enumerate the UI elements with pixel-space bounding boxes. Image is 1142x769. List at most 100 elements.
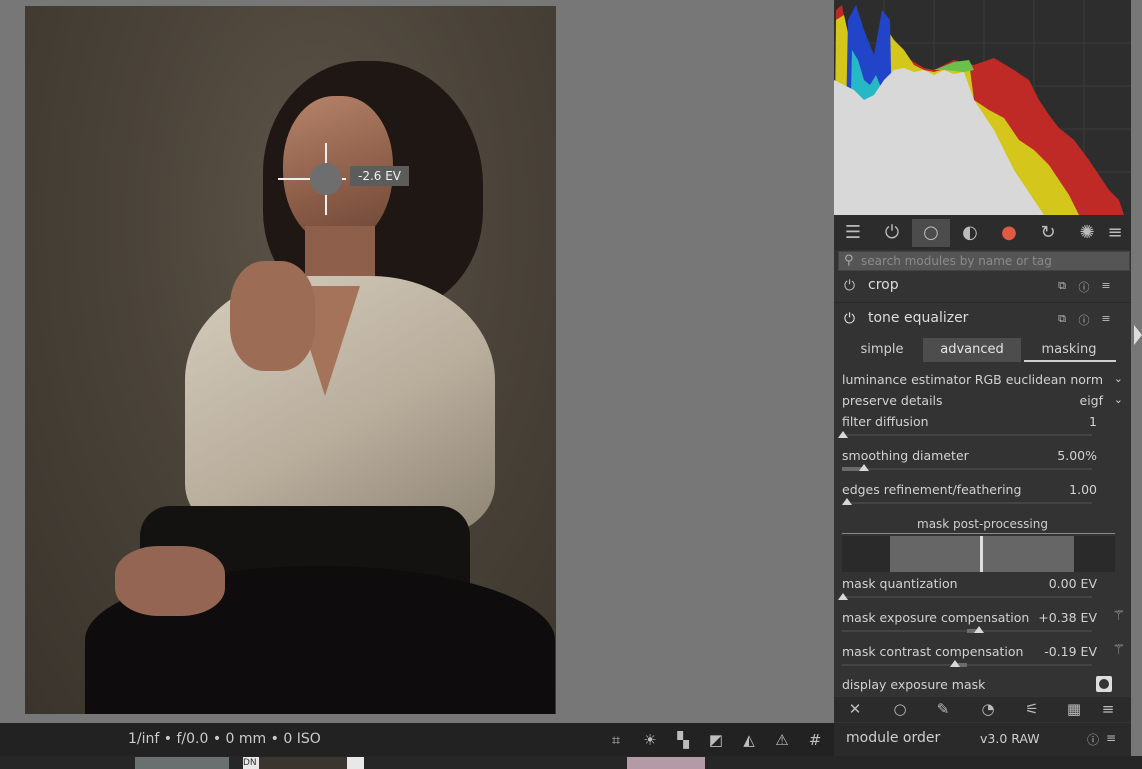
module-crop-header[interactable]: ⏻ crop ⧉ ⓘ ≡: [834, 272, 1131, 302]
multi-instance-icon[interactable]: ⧉: [1055, 312, 1069, 326]
module-tone-equalizer-name: tone equalizer: [868, 310, 969, 326]
close-icon[interactable]: ✕: [844, 700, 866, 718]
tab-simple[interactable]: simple: [842, 338, 922, 362]
slider-handle[interactable]: [859, 464, 869, 471]
chevron-down-icon: ⌄: [1113, 372, 1123, 385]
param-label: smoothing diameter: [842, 448, 969, 463]
slider-track: [842, 664, 1092, 666]
module-groups-bar: ☰ ⏻ ○ ◐ ● ↻ ✺ ≡: [834, 215, 1131, 250]
module-crop-name: crop: [868, 277, 899, 293]
quick-access-icon[interactable]: ☰: [834, 219, 872, 247]
color-group-icon[interactable]: ●: [990, 219, 1028, 247]
filmstrip-thumb[interactable]: [627, 757, 705, 769]
color-assessment-icon[interactable]: ☀: [640, 730, 660, 750]
checker-icon[interactable]: ▦: [1063, 700, 1085, 718]
ev-readout: -2.6 EV: [350, 166, 410, 186]
param-label: mask quantization: [842, 576, 958, 591]
tab-masking[interactable]: masking: [1022, 338, 1116, 362]
param-value: 5.00%: [1057, 448, 1097, 463]
filter-diffusion-slider[interactable]: filter diffusion 1: [838, 414, 1127, 444]
param-label: luminance estimator: [842, 372, 972, 387]
tone-group-icon[interactable]: ◐: [951, 219, 989, 247]
softproof-icon[interactable]: ◭: [739, 730, 759, 750]
param-value: RGB euclidean norm: [974, 372, 1103, 387]
gamut-check-icon[interactable]: ⚠: [772, 730, 792, 750]
path-icon[interactable]: ◔: [977, 700, 999, 718]
module-search-field[interactable]: ⚲ search modules by name or tag: [838, 251, 1130, 271]
presets-icon[interactable]: ≡: [1106, 731, 1116, 745]
tone-cursor-circle[interactable]: [310, 163, 342, 195]
presets-menu-icon[interactable]: ≡: [1100, 219, 1130, 247]
presets-icon[interactable]: ≡: [1099, 279, 1113, 292]
param-value: -0.19 EV: [1044, 644, 1097, 659]
mask-post-processing-label: mask post-processing: [917, 517, 1048, 531]
param-label: mask exposure compensation: [842, 610, 1030, 625]
guides-icon[interactable]: #: [805, 730, 825, 750]
reset-icon[interactable]: ⓘ: [1077, 279, 1091, 295]
module-order-label: module order: [846, 730, 941, 746]
right-panel-scrollbar[interactable]: [1131, 0, 1142, 756]
param-label: filter diffusion: [842, 414, 929, 429]
mask-contrast-compensation-slider[interactable]: mask contrast compensation -0.19 EV ⚚: [842, 642, 1127, 674]
smoothing-diameter-slider[interactable]: smoothing diameter 5.00%: [842, 448, 1127, 478]
histogram[interactable]: [834, 0, 1131, 215]
mask-quantization-slider[interactable]: mask quantization 0.00 EV: [838, 576, 1127, 606]
photo-canvas[interactable]: [25, 6, 556, 714]
slider-handle[interactable]: [950, 660, 960, 667]
base-group-icon[interactable]: ○: [912, 219, 950, 247]
photo-hand-upper: [230, 261, 315, 371]
filmstrip-thumb[interactable]: [347, 757, 364, 769]
slider-handle[interactable]: [842, 498, 852, 505]
section-divider: [842, 533, 1115, 534]
filmstrip-thumb-label[interactable]: DN: [243, 757, 259, 769]
mask-histogram-marker: [980, 536, 983, 572]
power-icon[interactable]: ⏻: [844, 311, 855, 327]
bottom-statusbar: 1/inf • f/0.0 • 0 mm • 0 ISO ⌗ ☀ ▚ ◩ ◭ ⚠…: [0, 723, 834, 756]
menu-icon[interactable]: ≡: [1097, 700, 1119, 718]
edges-refinement-slider[interactable]: edges refinement/feathering 1.00: [842, 482, 1127, 512]
picker-icon[interactable]: ⚟: [1021, 700, 1043, 718]
slider-track: [842, 468, 1092, 470]
tab-advanced[interactable]: advanced: [923, 338, 1021, 362]
slider-handle[interactable]: [974, 626, 984, 633]
raw-overexposed-icon[interactable]: ▚: [673, 730, 693, 750]
info-icon[interactable]: ⓘ: [1087, 731, 1099, 748]
reset-icon[interactable]: ⓘ: [1077, 312, 1091, 328]
filmstrip-thumb[interactable]: [135, 757, 229, 769]
brush-icon[interactable]: ✎: [932, 700, 954, 718]
slider-handle[interactable]: [838, 593, 848, 600]
correct-group-icon[interactable]: ↻: [1029, 219, 1067, 247]
mask-exposure-compensation-slider[interactable]: mask exposure compensation +0.38 EV ⚚: [842, 608, 1127, 640]
circle-mask-icon[interactable]: ○: [889, 700, 911, 718]
active-modules-icon[interactable]: ⏻: [873, 219, 911, 247]
tone-equalizer-tabs: simple advanced masking: [834, 338, 1131, 362]
display-mask-toggle[interactable]: [1096, 676, 1112, 692]
photo-hand-lower: [115, 546, 225, 616]
filmstrip[interactable]: DN: [0, 756, 1142, 769]
module-bottom-toolbar: ✕ ○ ✎ ◔ ⚟ ▦ ≡: [834, 697, 1131, 722]
clipping-icon[interactable]: ◩: [706, 730, 726, 750]
magic-wand-icon[interactable]: ⚚: [1112, 608, 1125, 624]
magic-wand-icon[interactable]: ⚚: [1112, 642, 1125, 658]
param-label: preserve details: [842, 393, 943, 408]
module-tone-equalizer-header[interactable]: ⏻ tone equalizer ⧉ ⓘ ≡: [834, 305, 1131, 335]
slider-handle[interactable]: [838, 431, 848, 438]
power-icon[interactable]: ⏻: [844, 278, 855, 294]
param-value: +0.38 EV: [1038, 610, 1097, 625]
filmstrip-thumb[interactable]: [259, 757, 347, 769]
multi-instance-icon[interactable]: ⧉: [1055, 279, 1069, 293]
module-order-bar[interactable]: module order v3.0 RAW ⓘ ≡: [834, 723, 1131, 756]
collapse-right-panel-icon[interactable]: [1134, 325, 1142, 345]
search-icon: ⚲: [844, 253, 854, 268]
param-value: 0.00 EV: [1048, 576, 1097, 591]
image-view[interactable]: -2.6 EV: [0, 0, 834, 723]
slider-track: [842, 596, 1092, 598]
slider-track: [842, 434, 1092, 436]
param-label: edges refinement/feathering: [842, 482, 1022, 497]
chevron-down-icon: ⌄: [1113, 393, 1123, 406]
param-value: 1.00: [1069, 482, 1097, 497]
mask-histogram: [842, 536, 1115, 572]
focus-peaking-icon[interactable]: ⌗: [606, 730, 626, 750]
param-value: eigf: [1079, 393, 1104, 408]
presets-icon[interactable]: ≡: [1099, 312, 1113, 325]
